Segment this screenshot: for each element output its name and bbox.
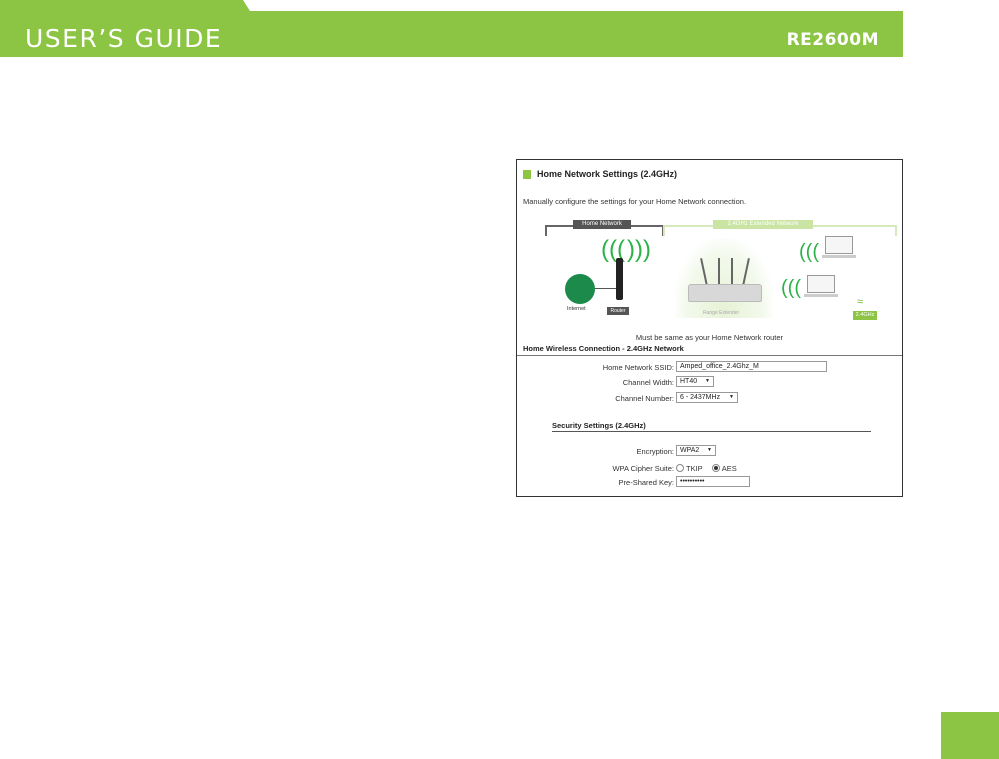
encryption-row: Encryption: WPA2 ▼ xyxy=(517,445,902,459)
panel-description: Manually configure the settings for your… xyxy=(523,197,747,206)
channel-width-label: Channel Width: xyxy=(622,378,674,387)
channel-number-row: Channel Number: 6 - 2437MHz ▼ xyxy=(517,392,902,406)
router-cable xyxy=(595,288,617,289)
laptop-icon xyxy=(804,275,838,297)
channel-number-select[interactable]: 6 - 2437MHz ▼ xyxy=(676,392,738,403)
tkip-radio[interactable] xyxy=(676,464,684,473)
extender-coverage-glow xyxy=(675,238,773,318)
laptop-icon xyxy=(822,236,856,258)
extended-network-label: 2.4GHz Extended Network xyxy=(713,220,813,229)
security-section-heading: Security Settings (2.4GHz) xyxy=(552,421,646,430)
header-banner: USER’S GUIDE RE2600M xyxy=(0,11,903,57)
model-name: RE2600M xyxy=(786,30,879,50)
network-diagram: Home Network 2.4GHz Extended Network Int… xyxy=(523,218,897,320)
section-marker-icon xyxy=(523,169,531,179)
internet-globe-icon xyxy=(565,274,595,304)
channel-number-value: 6 - 2437MHz xyxy=(680,394,721,401)
extender-antenna xyxy=(731,258,733,286)
encryption-value: WPA2 xyxy=(680,447,700,454)
laptop-signal-icon: ((( xyxy=(781,277,801,299)
encryption-select[interactable]: WPA2 ▼ xyxy=(676,445,716,456)
ssid-row: Home Network SSID: Amped_office_2.4Ghz_M xyxy=(517,361,902,375)
home-network-label: Home Network xyxy=(573,220,631,229)
channel-number-label: Channel Number: xyxy=(615,394,674,403)
cipher-label: WPA Cipher Suite: xyxy=(612,464,674,473)
range-extender-icon xyxy=(688,284,762,302)
ssid-input[interactable]: Amped_office_2.4Ghz_M xyxy=(676,361,827,372)
range-extender-label: Range Extender xyxy=(703,310,740,316)
section-divider xyxy=(517,355,902,356)
psk-row: Pre-Shared Key: •••••••••• ◉ xyxy=(517,476,902,490)
internet-label: Internet xyxy=(567,306,586,312)
router-signal-right-icon: ))) xyxy=(627,236,651,263)
extender-antenna xyxy=(718,258,720,286)
guide-title: USER’S GUIDE xyxy=(25,24,223,53)
band-badge: 2.4GHz xyxy=(853,311,877,320)
channel-width-value: HT40 xyxy=(680,378,698,385)
ssid-note: Must be same as your Home Network router xyxy=(635,333,784,342)
router-icon xyxy=(616,258,623,300)
wifi-icon: ≈ xyxy=(857,296,864,308)
ssid-label: Home Network SSID: xyxy=(602,363,674,372)
encryption-label: Encryption: xyxy=(636,447,674,456)
router-label: Router xyxy=(607,307,629,315)
psk-input[interactable]: •••••••••• xyxy=(676,476,750,487)
psk-label: Pre-Shared Key: xyxy=(618,478,674,487)
panel-header: Home Network Settings (2.4GHz) xyxy=(523,169,677,179)
wireless-section-heading: Home Wireless Connection - 2.4GHz Networ… xyxy=(523,344,684,353)
aes-radio[interactable] xyxy=(711,464,720,473)
cipher-row: WPA Cipher Suite: TKIP AES xyxy=(517,462,902,476)
home-network-settings-panel: Home Network Settings (2.4GHz) Manually … xyxy=(516,159,903,497)
channel-width-select[interactable]: HT40 ▼ xyxy=(676,376,714,387)
laptop-signal-icon: ((( xyxy=(799,241,819,263)
dropdown-arrow-icon: ▼ xyxy=(705,378,710,384)
security-divider xyxy=(552,431,871,432)
aes-label: AES xyxy=(721,464,737,473)
header-tab xyxy=(0,0,250,11)
page-number-badge xyxy=(941,712,999,759)
channel-width-row: Channel Width: HT40 ▼ xyxy=(517,376,902,390)
dropdown-arrow-icon: ▼ xyxy=(729,394,734,400)
dropdown-arrow-icon: ▼ xyxy=(707,447,712,453)
panel-title: Home Network Settings (2.4GHz) xyxy=(537,169,678,179)
tkip-label: TKIP xyxy=(686,464,703,473)
